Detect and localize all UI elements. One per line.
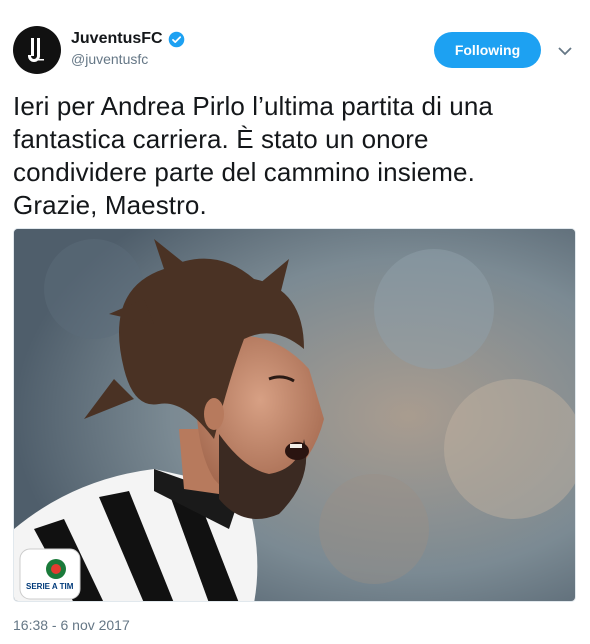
serie-a-badge: SERIE A TIM [19,548,81,600]
tweet-card: JuventusFC @juventusfc Following Ieri pe… [0,0,590,644]
tweet-menu-caret[interactable] [556,42,574,60]
tweet-text-line: fantastica carriera. È stato un onore [13,124,429,154]
tweet-text-line: Grazie, Maestro. [13,190,207,220]
avatar[interactable] [13,26,61,74]
tweet-text-line: Ieri per Andrea Pirlo l’ultima partita d… [13,91,493,121]
account-names: JuventusFC @juventusfc [71,30,185,67]
display-name[interactable]: JuventusFC [71,30,163,48]
tweet-text: Ieri per Andrea Pirlo l’ultima partita d… [13,90,578,222]
following-button[interactable]: Following [434,32,541,68]
tweet-text-line: condividere parte del cammino insieme. [13,157,475,187]
verified-badge-icon [168,31,184,47]
player-photo-illustration: SERIE A TIM [14,229,575,601]
tweet-photo[interactable]: SERIE A TIM [13,228,576,602]
chevron-down-icon [558,46,572,55]
tweet-timestamp[interactable]: 16:38 - 6 nov 2017 [13,617,130,633]
juventus-logo-icon [28,38,44,62]
account-handle[interactable]: @juventusfc [71,51,185,67]
svg-text:SERIE A TIM: SERIE A TIM [26,582,74,591]
